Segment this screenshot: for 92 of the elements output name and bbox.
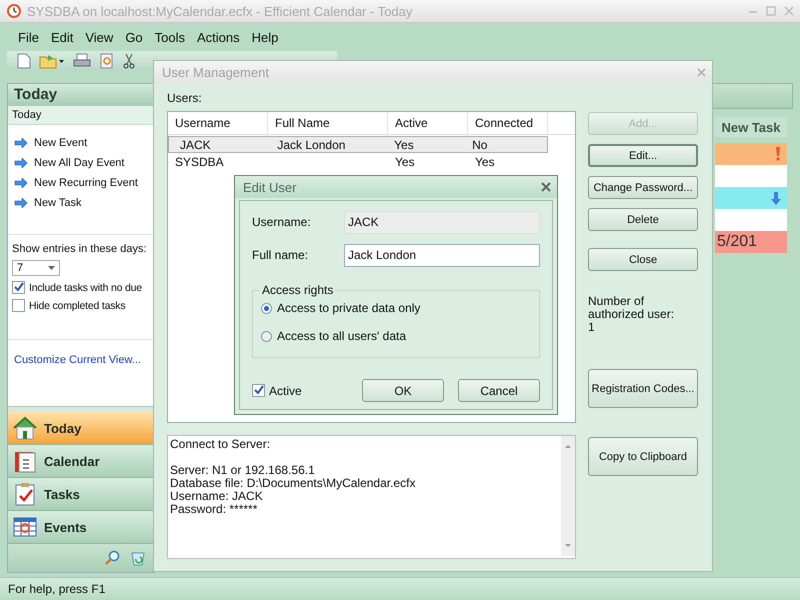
column-header[interactable]: Username [168, 112, 268, 134]
open-folder-icon[interactable] [39, 53, 65, 69]
dialog-title: Edit User [243, 180, 296, 194]
table-cell: Yes [395, 154, 415, 168]
window-title: SYSDBA on localhost:MyCalendar.ecfx - Efficient Calendar - Today [27, 4, 414, 18]
user-row[interactable]: SYSDBA Yes Yes [168, 153, 575, 170]
radio-label: Access to private data only [277, 301, 420, 315]
checkbox-label: Active [269, 384, 302, 398]
nav-button[interactable]: Tasks [8, 478, 154, 511]
table-cell: SYSDBA [175, 154, 224, 168]
column-header[interactable]: Active [388, 112, 468, 134]
action-link[interactable]: New Event [34, 137, 88, 149]
print-preview-icon[interactable] [99, 53, 115, 69]
action-link[interactable]: New Task [34, 197, 82, 209]
nav-button[interactable]: Today [8, 412, 154, 445]
menu-item[interactable]: Help [246, 30, 284, 44]
house-icon [12, 416, 38, 440]
down-arrow-icon [771, 192, 781, 204]
task-date: 5/201 [716, 233, 758, 251]
pane-header: Today [8, 84, 154, 106]
printer-icon[interactable] [73, 53, 91, 69]
group-label: Access rights [260, 283, 336, 297]
arrow-icon [14, 198, 28, 208]
new-document-icon[interactable] [17, 53, 31, 69]
checkbox-label: Hide completed tasks [29, 300, 126, 312]
info-text: Server: N1 or 192.168.56.1 Database file: D:\Documents\MyCalendar.ecfx Username: JACK Password: ****** [170, 464, 416, 516]
scrollbar[interactable] [561, 436, 575, 556]
checkbox[interactable] [12, 281, 25, 294]
menu-item[interactable]: View [79, 30, 120, 44]
table-cell: No [472, 138, 488, 152]
customize-link[interactable]: Customize Current View... [14, 354, 141, 366]
arrow-icon [14, 178, 28, 188]
splitter-handle[interactable] [8, 406, 154, 412]
table-cell: Yes [394, 138, 414, 152]
maximize-icon[interactable] [766, 6, 776, 16]
status-text: For help, press F1 [8, 582, 106, 596]
radio-button[interactable] [261, 330, 272, 342]
menu-item[interactable]: Edit [44, 30, 80, 44]
menu-item[interactable]: Tools [148, 30, 192, 44]
column-header[interactable]: Full Name [268, 112, 388, 134]
action-link[interactable]: New All Day Event [34, 157, 124, 169]
column-header[interactable]: New Task [715, 117, 787, 137]
menu-item[interactable]: Actions [191, 30, 246, 44]
scissors-icon[interactable] [123, 53, 135, 69]
search-icon[interactable] [104, 550, 120, 566]
checkbox[interactable] [12, 299, 25, 312]
pane-subheader: Today [8, 106, 154, 125]
users-label: Users: [167, 91, 203, 105]
dialog-button[interactable]: Delete [588, 208, 698, 231]
checkbox-label: Include tasks with no due [29, 282, 142, 294]
copy-button[interactable]: Copy to Clipboard [588, 437, 698, 476]
dialog-button[interactable]: Cancel [458, 379, 540, 402]
user-row[interactable]: JACK Jack London Yes No [168, 136, 548, 153]
grid-icon [12, 515, 38, 539]
caret-icon [48, 266, 55, 270]
field-label: Username: [252, 215, 312, 229]
count-label: Number of authorized user: [588, 295, 676, 321]
days-dropdown[interactable]: 7 [12, 260, 60, 276]
close-icon[interactable] [541, 182, 551, 192]
menu-item[interactable]: File [12, 30, 45, 44]
task-row[interactable]: 5/201 [715, 231, 787, 253]
calendar-icon [12, 449, 38, 473]
dialog-title: User Management [162, 64, 269, 80]
arrow-icon [14, 158, 28, 168]
nav-button[interactable]: Calendar [8, 445, 154, 478]
checkbox[interactable] [252, 384, 265, 397]
info-text: Connect to Server: [170, 438, 272, 451]
radio-label: Access to all users' data [277, 329, 406, 343]
username-field[interactable]: JACK [344, 210, 540, 234]
exclamation-icon [775, 147, 781, 161]
nav-button[interactable]: Events [8, 511, 154, 544]
dialog-button[interactable]: OK [362, 379, 444, 402]
days-label: Show entries in these days: [12, 243, 148, 255]
full-name-field[interactable]: Jack London [344, 244, 540, 266]
count-value: 1 [588, 321, 596, 334]
task-row[interactable] [715, 143, 787, 165]
radio-button[interactable] [261, 302, 272, 314]
table-cell: Jack London [277, 138, 346, 152]
menu-item[interactable]: Go [119, 30, 149, 44]
arrow-icon [14, 138, 28, 148]
table-cell: JACK [180, 138, 211, 152]
dialog-button[interactable]: Change Password... [588, 176, 698, 199]
column-header[interactable]: Connected [468, 112, 548, 134]
task-row[interactable] [715, 187, 787, 209]
clock-icon [6, 3, 22, 19]
dialog-button[interactable]: Close [588, 248, 698, 271]
table-cell: Yes [475, 154, 495, 168]
action-link[interactable]: New Recurring Event [34, 177, 138, 189]
field-label: Full name: [252, 248, 310, 262]
registration-codes-button[interactable]: Registration Codes... [588, 369, 698, 408]
recycle-bin-icon[interactable] [130, 550, 146, 566]
dialog-button[interactable]: Edit... [588, 144, 698, 167]
